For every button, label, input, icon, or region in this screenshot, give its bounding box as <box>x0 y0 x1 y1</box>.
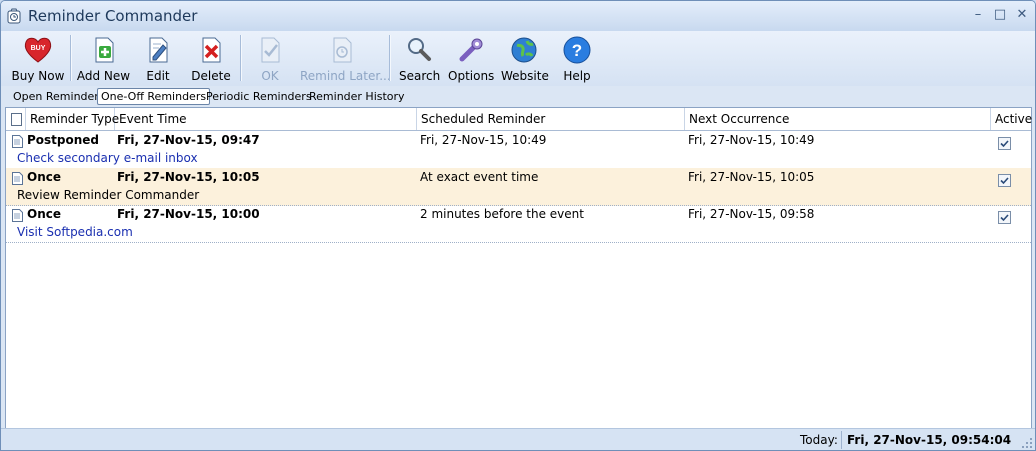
tab-open-reminders[interactable]: Open Reminders <box>10 89 108 104</box>
window-title: Reminder Commander <box>28 7 198 25</box>
active-checkbox[interactable] <box>998 211 1011 224</box>
tab-strip: Open Reminders One-Off Reminders Periodi… <box>1 87 1035 106</box>
reminder-document-icon <box>12 172 23 185</box>
resize-grip-icon[interactable] <box>1021 437 1033 449</box>
check-document-icon <box>261 37 280 63</box>
help-icon: ? <box>563 36 591 64</box>
wrench-icon <box>459 38 483 62</box>
checkmark-icon <box>1000 140 1009 148</box>
scheduled-reminder: Fri, 27-Nov-15, 10:49 <box>420 133 547 147</box>
app-logo-icon <box>7 8 21 24</box>
event-time: Fri, 27-Nov-15, 10:00 <box>117 207 260 221</box>
reminder-description: Visit Softpedia.com <box>17 225 133 239</box>
edit-document-icon <box>149 37 168 63</box>
search-button[interactable]: Search <box>399 34 441 84</box>
search-icon <box>408 38 431 61</box>
event-time: Fri, 27-Nov-15, 09:47 <box>117 133 260 147</box>
reminder-type: Postponed <box>27 133 100 147</box>
options-label: Options <box>448 69 495 83</box>
today-label: Today: <box>800 433 838 447</box>
add-new-label: Add New <box>76 69 131 83</box>
options-button[interactable]: Options <box>448 34 494 84</box>
next-occurrence: Fri, 27-Nov-15, 10:05 <box>688 170 815 184</box>
toolbar-separator <box>240 35 242 81</box>
website-button[interactable]: Website <box>501 34 549 84</box>
document-icon <box>11 113 22 126</box>
website-label: Website <box>501 69 549 83</box>
event-time: Fri, 27-Nov-15, 10:05 <box>117 170 260 184</box>
help-button[interactable]: ? Help <box>562 34 592 84</box>
reminder-type: Once <box>27 170 61 184</box>
scheduled-reminder: 2 minutes before the event <box>420 207 584 221</box>
column-header-reminder-type[interactable]: Reminder Type <box>26 108 119 130</box>
reminder-type: Once <box>27 207 61 221</box>
help-label: Help <box>563 69 591 83</box>
ok-label: OK <box>261 69 279 83</box>
table-row[interactable]: Postponed Fri, 27-Nov-15, 09:47 Fri, 27-… <box>6 131 1031 169</box>
column-header-active[interactable]: Active <box>991 108 1032 130</box>
active-checkbox[interactable] <box>998 174 1011 187</box>
buy-now-label: Buy Now <box>11 69 65 83</box>
globe-icon <box>511 37 537 63</box>
toolbar-separator <box>70 35 72 81</box>
column-header-next-occurrence[interactable]: Next Occurrence <box>685 108 991 130</box>
edit-button[interactable]: Edit <box>141 34 175 84</box>
app-window: Reminder Commander – □ ✕ BUY Buy Now Add… <box>0 0 1036 451</box>
next-occurrence: Fri, 27-Nov-15, 09:58 <box>688 207 815 221</box>
remind-later-button[interactable]: Remind Later... <box>300 34 391 84</box>
list-header: Reminder Type Event Time Scheduled Remin… <box>6 108 1032 131</box>
edit-label: Edit <box>146 69 170 83</box>
maximize-button[interactable]: □ <box>991 7 1009 23</box>
close-button[interactable]: ✕ <box>1013 7 1031 23</box>
today-value: Fri, 27-Nov-15, 09:54:04 <box>847 433 1012 447</box>
status-separator <box>841 431 842 449</box>
reminder-description: Review Reminder Commander <box>17 188 200 202</box>
search-label: Search <box>399 69 441 83</box>
table-row[interactable]: Once Fri, 27-Nov-15, 10:00 2 minutes bef… <box>6 205 1031 243</box>
heart-icon: BUY <box>24 37 52 63</box>
active-checkbox[interactable] <box>998 137 1011 150</box>
checkmark-icon <box>1000 177 1009 185</box>
status-bar: Today: Fri, 27-Nov-15, 09:54:04 <box>1 428 1035 450</box>
add-document-icon <box>95 37 113 63</box>
reminder-document-icon <box>12 135 23 148</box>
ok-button[interactable]: OK <box>253 34 287 84</box>
reminder-description: Check secondary e-mail inbox <box>17 151 198 165</box>
column-header-icon[interactable] <box>6 108 26 130</box>
delete-button[interactable]: Delete <box>191 34 231 84</box>
next-occurrence: Fri, 27-Nov-15, 10:49 <box>688 133 815 147</box>
toolbar-separator <box>389 35 391 81</box>
reminder-list[interactable]: Reminder Type Event Time Scheduled Remin… <box>5 107 1032 429</box>
tab-periodic-reminders[interactable]: Periodic Reminders <box>203 89 315 104</box>
column-header-event-time[interactable]: Event Time <box>115 108 417 130</box>
minimize-button[interactable]: – <box>969 7 987 23</box>
delete-document-icon <box>202 37 221 63</box>
toolbar: BUY Buy Now Add New Edit Delete OK Remin… <box>1 31 1035 86</box>
reminder-document-icon <box>12 209 23 222</box>
title-bar[interactable]: Reminder Commander – □ ✕ <box>1 1 1035 31</box>
tab-reminder-history[interactable]: Reminder History <box>306 89 408 104</box>
checkmark-icon <box>1000 214 1009 222</box>
delete-label: Delete <box>191 69 231 83</box>
svg-text:?: ? <box>572 41 582 60</box>
add-new-button[interactable]: Add New <box>76 34 131 84</box>
buy-badge-text: BUY <box>31 45 46 52</box>
tab-one-off-reminders[interactable]: One-Off Reminders <box>97 88 211 105</box>
table-row[interactable]: Once Fri, 27-Nov-15, 10:05 At exact even… <box>6 168 1031 206</box>
column-header-scheduled-reminder[interactable]: Scheduled Reminder <box>417 108 685 130</box>
scheduled-reminder: At exact event time <box>420 170 539 184</box>
buy-now-button[interactable]: BUY Buy Now <box>9 34 67 84</box>
snooze-document-icon <box>333 37 352 63</box>
remind-later-label: Remind Later... <box>300 69 391 83</box>
